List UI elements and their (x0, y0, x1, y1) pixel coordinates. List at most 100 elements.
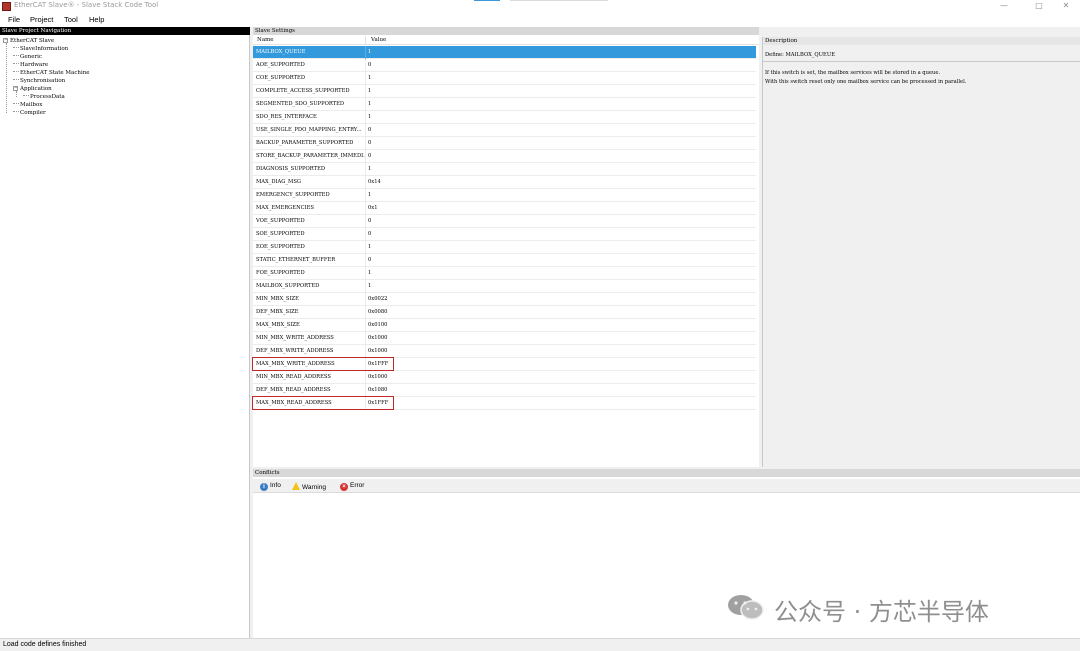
setting-row[interactable]: MIN_MBX_SIZE 0x0022 (253, 293, 756, 306)
close-button[interactable]: ✕ (1052, 0, 1080, 13)
setting-row[interactable]: SOE_SUPPORTED 0 (253, 228, 756, 241)
setting-name: BACKUP_PARAMETER_SUPPORTED (256, 140, 354, 146)
setting-row[interactable]: VOE_SUPPORTED 0 (253, 215, 756, 228)
tree-connector (23, 95, 29, 96)
setting-name: COE_SUPPORTED (256, 75, 305, 81)
setting-value[interactable]: 0 (368, 140, 371, 146)
setting-value[interactable]: 1 (368, 270, 371, 276)
setting-value[interactable]: 0 (368, 127, 371, 133)
menu-bar: File Project Tool Help (0, 13, 1080, 27)
setting-value[interactable]: 1 (368, 75, 371, 81)
nav-item[interactable]: − EtherCAT Slave (3, 37, 54, 45)
setting-value[interactable]: 0x0100 (368, 322, 387, 328)
menu-file[interactable]: File (8, 15, 20, 24)
nav-item[interactable]: Synchronisation (13, 77, 65, 85)
setting-row[interactable]: STATIC_ETHERNET_BUFFER 0 (253, 254, 756, 267)
setting-value[interactable]: 0x0022 (368, 296, 387, 302)
setting-name: USE_SINGLE_PDO_MAPPING_ENTRY... (256, 127, 362, 133)
title-accent-line (510, 0, 608, 1)
setting-value[interactable]: 0x1000 (368, 374, 387, 380)
column-value-header[interactable]: Value (371, 37, 386, 43)
setting-row[interactable]: MAILBOX_QUEUE 1 (253, 46, 756, 59)
nav-item-label: Application (20, 86, 52, 92)
setting-row[interactable]: MAILBOX_SUPPORTED 1 (253, 280, 756, 293)
setting-row[interactable]: FOE_SUPPORTED 1 (253, 267, 756, 280)
setting-row[interactable]: DIAGNOSIS_SUPPORTED 1 (253, 163, 756, 176)
menu-tool[interactable]: Tool (64, 15, 78, 24)
setting-row[interactable]: EOE_SUPPORTED 1 (253, 241, 756, 254)
setting-value[interactable]: 1 (368, 192, 371, 198)
column-name-header[interactable]: Name (257, 37, 274, 43)
description-define: Define: MAILBOX_QUEUE (765, 52, 835, 58)
setting-row[interactable]: USE_SINGLE_PDO_MAPPING_ENTRY... 0 (253, 124, 756, 137)
setting-value[interactable]: 1 (368, 244, 371, 250)
nav-item-label: SlaveInformation (20, 46, 69, 52)
nav-item[interactable]: SlaveInformation (13, 45, 68, 53)
error-filter-button[interactable]: × Error (340, 482, 364, 491)
setting-row[interactable]: SDO_RES_INTERFACE 1 (253, 111, 756, 124)
menu-help[interactable]: Help (89, 15, 104, 24)
maximize-button[interactable]: □ (1025, 0, 1053, 13)
menu-project[interactable]: Project (30, 15, 53, 24)
nav-item[interactable]: Mailbox (13, 101, 42, 109)
setting-row[interactable]: MAX_DIAG_MSG 0x14 (253, 176, 756, 189)
nav-item[interactable]: ProcessData (23, 93, 65, 101)
setting-name: DEF_MBX_READ_ADDRESS (256, 387, 331, 393)
wechat-logo-icon (728, 595, 764, 620)
nav-item[interactable]: EtherCAT State Machine (13, 69, 90, 77)
setting-row[interactable]: MIN_MBX_WRITE_ADDRESS 0x1000 (253, 332, 756, 345)
column-divider[interactable] (365, 36, 366, 45)
setting-value[interactable]: 1 (368, 114, 371, 120)
setting-value[interactable]: 1 (368, 101, 371, 107)
tree-connector (13, 103, 19, 104)
setting-row[interactable]: DEF_MBX_SIZE 0x0080 (253, 306, 756, 319)
nav-item[interactable]: Compiler (13, 109, 46, 117)
setting-value[interactable]: 1 (368, 88, 371, 94)
setting-row[interactable]: MAX_EMERGENCIES 0x1 (253, 202, 756, 215)
setting-row[interactable]: MAX_MBX_SIZE 0x0100 (253, 319, 756, 332)
setting-name: MAILBOX_QUEUE (256, 49, 306, 55)
setting-row[interactable]: COE_SUPPORTED 1 (253, 72, 756, 85)
setting-value[interactable]: 0 (368, 231, 371, 237)
setting-value[interactable]: 1 (368, 166, 371, 172)
setting-value[interactable]: 0x14 (368, 179, 381, 185)
nav-header: Slave Project Navigation (0, 27, 250, 35)
setting-row[interactable]: AOE_SUPPORTED 0 (253, 59, 756, 72)
setting-name: MAX_EMERGENCIES (256, 205, 314, 211)
cell-divider (365, 241, 366, 254)
setting-value[interactable]: 0 (368, 257, 371, 263)
warning-filter-button[interactable]: Warning (292, 482, 326, 491)
setting-value[interactable]: 0x1 (368, 205, 378, 211)
setting-value[interactable]: 0x1000 (368, 335, 387, 341)
description-text: If this switch is set, the mailbox servi… (765, 70, 941, 76)
nav-item[interactable]: − Application (13, 85, 52, 93)
setting-value[interactable]: 0 (368, 218, 371, 224)
setting-row[interactable]: SEGMENTED_SDO_SUPPORTED 1 (253, 98, 756, 111)
title-accent-line (474, 0, 500, 1)
watermark-text: 公众号 · 方芯半导体 (774, 598, 989, 626)
cell-divider (365, 332, 366, 345)
nav-item[interactable]: Hardware (13, 61, 48, 69)
setting-value[interactable]: 1 (368, 283, 371, 289)
slave-project-navigation: Slave Project Navigation − EtherCAT Slave… (0, 27, 250, 638)
setting-value[interactable]: 0x1000 (368, 348, 387, 354)
setting-row[interactable]: COMPLETE_ACCESS_SUPPORTED 1 (253, 85, 756, 98)
tree-connector (13, 79, 19, 80)
setting-value[interactable]: 1 (368, 49, 371, 55)
minimize-button[interactable]: — (990, 0, 1018, 13)
setting-row[interactable]: BACKUP_PARAMETER_SUPPORTED 0 (253, 137, 756, 150)
nav-item-label: Mailbox (20, 102, 43, 108)
cell-divider (365, 319, 366, 332)
setting-row[interactable]: STORE_BACKUP_PARAMETER_IMMEDI... 0 (253, 150, 756, 163)
setting-row[interactable]: MIN_MBX_READ_ADDRESS 0x1000 (253, 371, 756, 384)
setting-value[interactable]: 0x0080 (368, 309, 387, 315)
nav-item-label: Generic (20, 54, 42, 60)
highlight-box (252, 396, 394, 410)
nav-item[interactable]: Generic (13, 53, 42, 61)
setting-value[interactable]: 0x1080 (368, 387, 387, 393)
settings-column-header: Name Value (253, 36, 759, 45)
setting-row[interactable]: EMERGENCY_SUPPORTED 1 (253, 189, 756, 202)
setting-value[interactable]: 0 (368, 62, 371, 68)
setting-value[interactable]: 0 (368, 153, 371, 159)
info-filter-button[interactable]: i Info (260, 482, 281, 491)
